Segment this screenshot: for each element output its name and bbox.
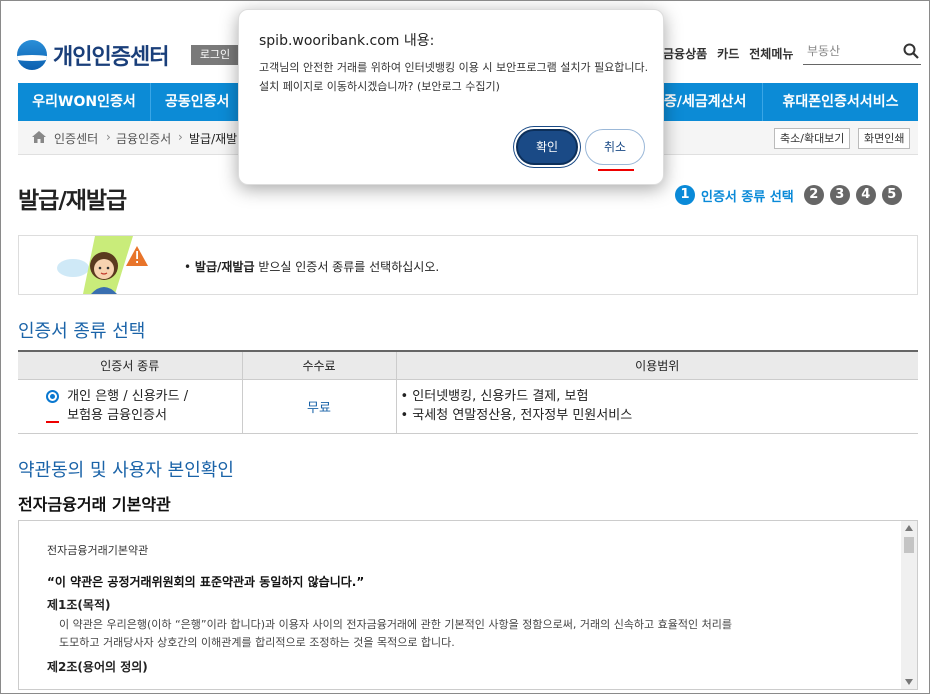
scroll-thumb[interactable] xyxy=(904,537,914,553)
ok-button[interactable]: 확인 xyxy=(516,129,578,165)
highlight-underline xyxy=(46,420,59,423)
table-row: 개인 은행 / 신용카드 / 보험용 금융인증서 무료 • 인터넷뱅킹, 신용카… xyxy=(18,379,918,434)
step-4: 4 xyxy=(855,185,876,205)
breadcrumb-item-fin-cert[interactable]: 금융인증서 xyxy=(116,130,171,147)
step-3: 3 xyxy=(829,185,850,205)
terms-subtitle: 전자금융거래 기본약관 xyxy=(18,495,171,514)
cert-section-title: 인증서 종류 선택 xyxy=(18,321,146,342)
nav-item-mobile-cert[interactable]: 휴대폰인증서서비스 xyxy=(762,83,918,121)
site-logo[interactable]: 개인인증센터 xyxy=(17,39,169,71)
terms-scrollbar[interactable] xyxy=(901,521,917,689)
col-header-fee: 수수료 xyxy=(241,350,396,380)
scroll-up-icon[interactable] xyxy=(905,525,913,531)
print-button[interactable]: 화면인쇄 xyxy=(858,128,911,149)
nav-item-tax-invoice[interactable]: 증/세금계산서 xyxy=(664,83,762,121)
col-header-scope: 이용범위 xyxy=(395,350,918,380)
cert-table: 인증서 종류 수수료 이용범위 개인 은행 / 신용카드 / 보험용 금융인증서… xyxy=(18,350,918,434)
terms-notice: “이 약관은 공정거래위원회의 표준약관과 동일하지 않습니다.” xyxy=(47,575,365,589)
login-button[interactable]: 로그인 xyxy=(191,45,239,65)
article1-body: 이 약관은 우리은행(이하 “은행”이라 합니다)과 이용자 사이의 전자금융거… xyxy=(59,616,899,652)
top-link-products[interactable]: 금융상품 xyxy=(663,45,707,62)
step-indicator: 1 인증서 종류 선택 2 3 4 5 xyxy=(675,185,902,205)
breadcrumb-item-center[interactable]: 인증센터 xyxy=(54,130,98,147)
dialog-message: 고객님의 안전한 거래를 위하여 인터넷뱅킹 이용 시 보안프로그램 설치가 필… xyxy=(259,61,649,93)
logo-text: 개인인증센터 xyxy=(53,45,169,70)
scroll-down-icon[interactable] xyxy=(905,679,913,685)
article1-title: 제1조(목적) xyxy=(47,598,111,612)
nav-item-won-cert[interactable]: 우리WON인증서 xyxy=(18,83,151,121)
cert-type-label: 개인 은행 / 신용카드 / 보험용 금융인증서 xyxy=(67,387,188,425)
cert-type-line2: 보험용 금융인증서 xyxy=(67,408,167,423)
home-icon[interactable] xyxy=(32,131,46,143)
cert-type-line1: 개인 은행 / 신용카드 / xyxy=(67,389,189,404)
guide-bold-text: 발급/재발급 xyxy=(194,260,255,274)
page-title: 발급/재발급 xyxy=(18,188,127,214)
col-header-type: 인증서 종류 xyxy=(18,350,242,380)
breadcrumb-separator-icon: › xyxy=(106,130,111,144)
step-1-label: 인증서 종류 선택 xyxy=(701,189,794,205)
breadcrumb-item-current: 발급/재발 xyxy=(189,132,238,146)
terms-heading: 전자금융거래기본약관 xyxy=(47,544,149,557)
guide-box: • 발급/재발급 받으실 인증서 종류를 선택하십시오. xyxy=(18,235,918,295)
dialog-title: spib.wooribank.com 내용: xyxy=(259,33,435,49)
terms-section-title: 약관동의 및 사용자 본인확인 xyxy=(18,460,234,481)
step-2: 2 xyxy=(803,185,824,205)
browser-window: 개인인증센터 로그인 금융상품 카드 전체메뉴 우리WON인증서 공동인증서 증… xyxy=(0,0,930,694)
guide-rest-text: 받으실 인증서 종류를 선택하십시오. xyxy=(254,260,440,274)
scope-cell: • 인터넷뱅킹, 신용카드 결제, 보험 • 국세청 연말정산용, 전자정부 민… xyxy=(395,379,918,434)
cancel-button[interactable]: 취소 xyxy=(585,129,645,165)
scope-line1: • 인터넷뱅킹, 신용카드 결제, 보험 xyxy=(400,389,589,404)
top-link-card[interactable]: 카드 xyxy=(717,45,739,62)
scope-line2: • 국세청 연말정산용, 전자정부 민원서비스 xyxy=(400,408,633,423)
cert-type-radio[interactable] xyxy=(46,390,59,403)
guide-text: • 발급/재발급 받으실 인증서 종류를 선택하십시오. xyxy=(184,258,439,275)
article1-line2: 도모하고 거래당사자 상호간의 이해관계를 합리적으로 조정하는 것을 목적으로… xyxy=(59,636,455,649)
zoom-button[interactable]: 축소/확대보기 xyxy=(774,128,851,149)
fee-cell: 무료 xyxy=(241,379,396,434)
article1-line1: 이 약관은 우리은행(이하 “은행”이라 합니다)과 이용자 사이의 전자금융거… xyxy=(59,618,733,631)
cancel-highlight-underline xyxy=(598,169,634,171)
step-5: 5 xyxy=(881,185,902,205)
terms-scroll-box[interactable]: 전자금융거래기본약관 “이 약관은 공정거래위원회의 표준약관과 동일하지 않습… xyxy=(18,520,918,690)
search-input[interactable] xyxy=(807,43,897,57)
step-1: 1 xyxy=(675,185,695,205)
top-links: 금융상품 카드 전체메뉴 xyxy=(663,45,793,62)
cert-type-cell[interactable]: 개인 은행 / 신용카드 / 보험용 금융인증서 xyxy=(18,379,242,434)
table-header-row: 인증서 종류 수수료 이용범위 xyxy=(18,350,918,380)
woori-logo-icon xyxy=(17,40,47,70)
guide-illustration-icon xyxy=(55,236,155,294)
top-link-all-menu[interactable]: 전체메뉴 xyxy=(749,45,793,62)
search-icon[interactable] xyxy=(903,43,919,59)
guide-bullet: • xyxy=(184,260,195,274)
article2-title: 제2조(용어의 정의) xyxy=(47,660,148,674)
breadcrumb-separator-icon: › xyxy=(178,130,183,144)
confirm-dialog: spib.wooribank.com 내용: 고객님의 안전한 거래를 위하여 … xyxy=(238,9,664,185)
search-box xyxy=(803,39,921,65)
